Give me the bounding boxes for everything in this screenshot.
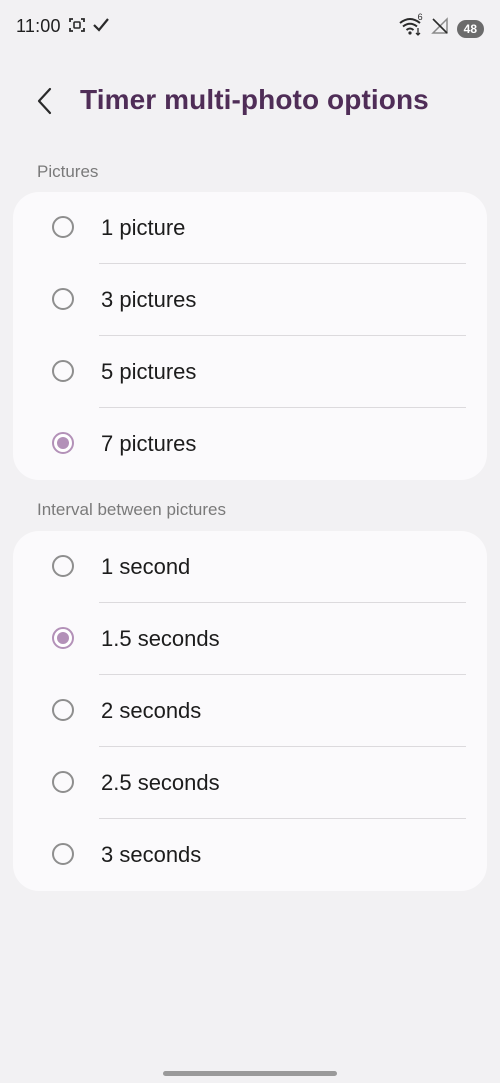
section-label-interval: Interval between pictures bbox=[37, 500, 226, 519]
radio-button[interactable] bbox=[52, 843, 74, 865]
option-2-seconds[interactable]: 2 seconds bbox=[13, 675, 487, 747]
radio-button[interactable] bbox=[52, 555, 74, 577]
status-left-icons bbox=[68, 16, 110, 39]
radio-button[interactable] bbox=[52, 216, 74, 238]
option-label: 5 pictures bbox=[101, 359, 197, 384]
option-label: 1.5 seconds bbox=[101, 626, 220, 651]
option-label: 3 seconds bbox=[101, 842, 202, 867]
option-1-5-seconds[interactable]: 1.5 seconds bbox=[13, 603, 487, 675]
option-label: 1 second bbox=[101, 554, 191, 579]
radio-button[interactable] bbox=[52, 288, 74, 310]
section-label-pictures: Pictures bbox=[37, 162, 99, 181]
page-title: Timer multi-photo options bbox=[80, 84, 429, 115]
back-button[interactable] bbox=[28, 86, 62, 120]
radio-button[interactable] bbox=[52, 360, 74, 382]
option-1-picture[interactable]: 1 picture bbox=[13, 192, 487, 264]
option-5-pictures[interactable]: 5 pictures bbox=[13, 336, 487, 408]
screenshot-icon bbox=[68, 16, 86, 39]
status-time: 11:00 bbox=[16, 16, 61, 36]
status-bar: 11:00 6 48 bbox=[0, 0, 500, 56]
option-label: 3 pictures bbox=[101, 287, 197, 312]
interval-card: 1 second 1.5 seconds 2 seconds 2.5 secon… bbox=[13, 531, 487, 891]
option-label: 2.5 seconds bbox=[101, 770, 220, 795]
wifi-icon: 6 bbox=[399, 12, 423, 41]
chevron-left-icon bbox=[35, 87, 55, 120]
radio-button-selected[interactable] bbox=[52, 432, 74, 454]
option-label: 1 picture bbox=[101, 215, 186, 240]
status-right-icons: 6 48 bbox=[399, 12, 484, 41]
option-1-second[interactable]: 1 second bbox=[13, 531, 487, 603]
radio-button-selected[interactable] bbox=[52, 627, 74, 649]
option-3-seconds[interactable]: 3 seconds bbox=[13, 819, 487, 891]
pictures-card: 1 picture 3 pictures 5 pictures 7 pictur… bbox=[13, 192, 487, 480]
option-label: 7 pictures bbox=[101, 431, 197, 456]
home-indicator[interactable] bbox=[163, 1071, 337, 1076]
option-7-pictures[interactable]: 7 pictures bbox=[13, 408, 487, 480]
page-header: Timer multi-photo options bbox=[0, 78, 500, 128]
radio-button[interactable] bbox=[52, 771, 74, 793]
option-3-pictures[interactable]: 3 pictures bbox=[13, 264, 487, 336]
wifi-badge: 6 bbox=[417, 12, 423, 22]
option-2-5-seconds[interactable]: 2.5 seconds bbox=[13, 747, 487, 819]
radio-button[interactable] bbox=[52, 699, 74, 721]
no-signal-icon bbox=[430, 17, 449, 40]
option-label: 2 seconds bbox=[101, 698, 202, 723]
battery-indicator: 48 bbox=[456, 19, 484, 38]
check-icon bbox=[92, 16, 110, 39]
